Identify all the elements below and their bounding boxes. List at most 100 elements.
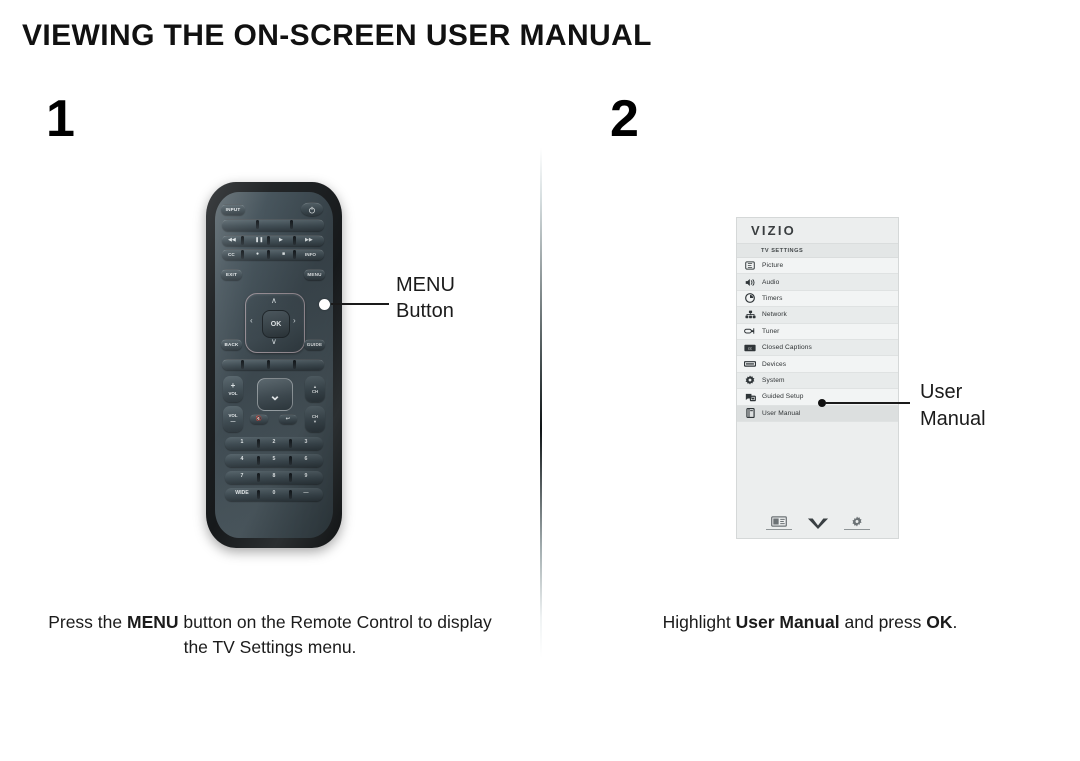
panel-divider [540, 148, 542, 658]
remote-input-button[interactable]: INPUT [221, 204, 245, 215]
system-icon [743, 375, 757, 386]
keypad-key-7[interactable]: 7 [227, 474, 257, 479]
keypad-sep [257, 473, 260, 482]
transport-sep-1 [241, 235, 244, 245]
stop-icon[interactable]: ■ [282, 251, 285, 257]
keypad-key-9[interactable]: 9 [291, 474, 321, 479]
caption-1-bold: MENU [127, 612, 179, 632]
menu-callout-label-line1: MENU [396, 274, 455, 296]
menu-item-picture[interactable]: Picture [737, 258, 898, 275]
dpad-left-icon[interactable]: ‹ [250, 317, 253, 325]
footer-vizio-v-button[interactable] [805, 517, 831, 530]
tv-menu-footer [737, 515, 898, 530]
fast-forward-icon[interactable]: ▶▶ [305, 237, 313, 243]
remote-back-button[interactable]: BACK [221, 339, 242, 350]
remote-exit-button[interactable]: EXIT [221, 269, 242, 280]
remote-dpad[interactable]: ∧ ∨ ‹ › OK [245, 293, 305, 353]
remote-keypad-row-3[interactable]: 7 8 9 [225, 471, 323, 484]
keypad-key-6[interactable]: 6 [291, 457, 321, 462]
menu-item-user-manual[interactable]: User Manual [737, 405, 898, 422]
menu-item-timers[interactable]: Timers [737, 290, 898, 308]
caption-2-mid: and press [839, 612, 927, 632]
remote-keypad-row-4[interactable]: WIDE 0 — [225, 488, 323, 501]
remote-keypad-row-1[interactable]: 1 2 3 [225, 437, 323, 450]
volume-up-label: VOL [228, 391, 238, 397]
keypad-sep [289, 490, 292, 499]
keypad-key-2[interactable]: 2 [259, 440, 289, 445]
closed-captions-icon: cc [743, 342, 757, 353]
remote-channel-down-button[interactable]: CH ▼ [305, 406, 325, 432]
picture-mode-icon [770, 515, 787, 527]
remote-color-buttons-bar[interactable] [222, 359, 324, 370]
remote-vizio-v-button[interactable]: ⌄ [257, 378, 293, 411]
remote-last-channel-button[interactable]: ↩ [279, 414, 297, 424]
menu-item-closed-captions[interactable]: cc Closed Captions [737, 339, 898, 357]
tv-settings-header: TV SETTINGS [737, 243, 898, 258]
pause-icon[interactable]: ❚❚ [255, 237, 263, 243]
tv-settings-menu: VIZIO TV SETTINGS Picture Audio Timers N… [736, 217, 899, 539]
remote-app-bar[interactable] [222, 219, 324, 231]
menu-item-label: Picture [762, 262, 784, 270]
remote-guide-button[interactable]: GUIDE [304, 339, 325, 350]
menu-item-label: User Manual [762, 409, 801, 417]
keypad-key-0[interactable]: 0 [259, 491, 289, 496]
menu-item-label: Tuner [762, 327, 780, 335]
remote-volume-up-button[interactable]: + VOL [223, 376, 243, 402]
channel-down-symbol: ▼ [313, 419, 317, 425]
footer-settings-button[interactable] [843, 516, 870, 530]
remote-menu-button[interactable]: MENU [304, 269, 325, 280]
remote-info-button[interactable]: INFO [305, 252, 316, 257]
picture-icon [743, 260, 757, 271]
dpad-right-icon[interactable]: › [293, 317, 296, 325]
menu-item-network[interactable]: Network [737, 307, 898, 324]
menu-item-tuner[interactable]: Tuner [737, 323, 898, 340]
power-icon [309, 206, 315, 213]
remote-volume-down-button[interactable]: VOL — [223, 406, 243, 432]
remote-cc-button[interactable]: CC [228, 252, 235, 257]
menu-item-label: Devices [762, 360, 787, 368]
svg-text:cc: cc [748, 345, 752, 350]
remote-control-illustration: INPUT ◀◀ ❚❚ ▶ ▶▶ CC ● ■ INFO EXIT MENU ∧… [206, 182, 342, 548]
remote-ok-button[interactable]: OK [262, 310, 290, 338]
rewind-icon[interactable]: ◀◀ [228, 237, 236, 243]
play-icon[interactable]: ▶ [279, 237, 283, 243]
page-title: VIEWING THE ON-SCREEN USER MANUAL [22, 19, 652, 52]
usermanual-callout-label-line1: User [920, 381, 963, 403]
remote-channel-up-button[interactable]: ▲ CH [305, 376, 325, 402]
menu-item-system[interactable]: System [737, 372, 898, 390]
mute-icon: 🔇 [255, 416, 263, 422]
vizio-v-icon [807, 518, 828, 529]
keypad-key-1[interactable]: 1 [227, 440, 257, 445]
vizio-logo: VIZIO [737, 218, 898, 243]
footer-underline [765, 528, 792, 530]
usermanual-callout-label-line2: Manual [920, 407, 986, 430]
guided-setup-icon [743, 391, 757, 402]
keypad-key-dash[interactable]: — [291, 491, 321, 496]
menu-callout-label-line2: Button [396, 300, 454, 323]
keypad-key-3[interactable]: 3 [291, 440, 321, 445]
menu-callout-label: MENU Button [396, 272, 455, 325]
menu-item-devices[interactable]: Devices [737, 356, 898, 373]
color-sep-2 [267, 359, 270, 369]
caption-1-prefix: Press the [48, 612, 127, 632]
footer-picture-mode-button[interactable] [765, 515, 792, 530]
menu-item-audio[interactable]: Audio [737, 274, 898, 291]
dpad-down-icon[interactable]: ∨ [271, 338, 277, 346]
remote-keypad-row-2[interactable]: 4 5 6 [225, 454, 323, 467]
transport2-sep-1 [241, 249, 244, 259]
caption-2-prefix: Highlight [662, 612, 736, 632]
keypad-key-4[interactable]: 4 [227, 457, 257, 462]
keypad-sep [289, 456, 292, 465]
remote-mute-button[interactable]: 🔇 [250, 414, 268, 424]
tuner-icon [743, 326, 757, 337]
keypad-key-8[interactable]: 8 [259, 474, 289, 479]
record-icon[interactable]: ● [256, 251, 259, 257]
caption-2-bold2: OK [926, 612, 953, 632]
keypad-key-wide[interactable]: WIDE [227, 491, 257, 496]
menu-item-label: Audio [762, 278, 780, 286]
dpad-up-icon[interactable]: ∧ [271, 297, 277, 305]
keypad-sep [257, 456, 260, 465]
keypad-key-5[interactable]: 5 [259, 457, 289, 462]
keypad-sep [257, 490, 260, 499]
remote-power-button[interactable] [301, 202, 323, 216]
